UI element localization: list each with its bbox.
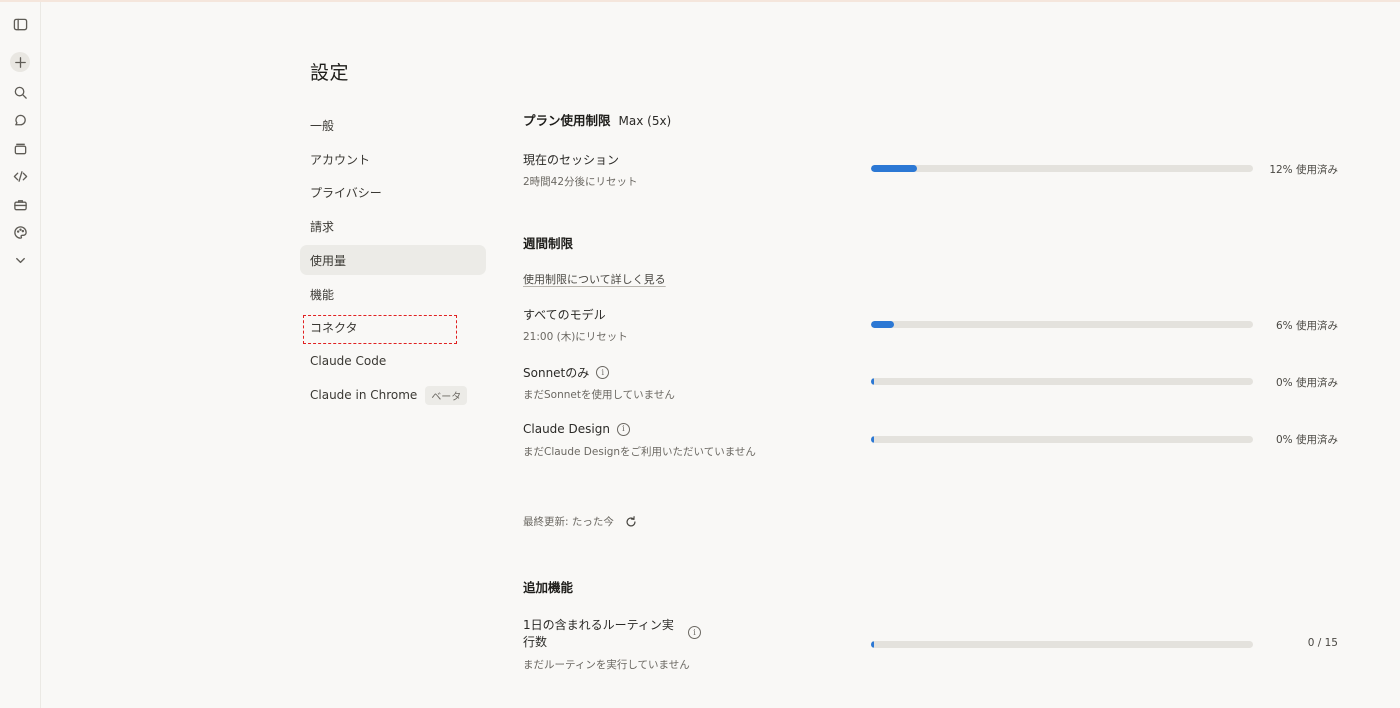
toolbox-icon[interactable] (8, 192, 32, 216)
nav-item-account[interactable]: アカウント (300, 144, 486, 174)
search-icon[interactable] (8, 80, 32, 104)
claude-design-status-text: まだClaude Designをご利用いただいていません (523, 446, 756, 458)
nav-item-label: 機能 (310, 287, 335, 302)
session-reset-text: 2時間42分後にリセット (523, 176, 638, 188)
routine-runs-label-line1: 1日の含まれるルーティン実 (523, 618, 674, 632)
learn-more-limits-link[interactable]: 使用制限について詳しく見る (523, 271, 666, 287)
claude-design-label: Claude Design i (523, 422, 630, 436)
session-usage-bar (871, 165, 1253, 172)
code-icon[interactable] (8, 164, 32, 188)
all-models-usage-percent: 6% 使用済み (1276, 320, 1338, 332)
refresh-icon[interactable] (624, 515, 638, 529)
session-usage-percent: 12% 使用済み (1269, 164, 1338, 176)
extra-features-title: 追加機能 (523, 580, 574, 595)
sonnet-only-usage-fill (871, 378, 874, 385)
nav-item-features[interactable]: 機能 (300, 279, 486, 309)
all-models-usage-fill (871, 321, 894, 328)
claude-design-usage-percent: 0% 使用済み (1276, 434, 1338, 446)
all-models-label-text: すべてのモデル (523, 308, 606, 322)
plan-limits-title: プラン使用制限 (523, 113, 611, 128)
nav-item-claude-in-chrome[interactable]: Claude in Chrome ベータ (300, 380, 486, 410)
top-accent-line (0, 0, 1400, 2)
nav-item-connectors[interactable]: コネクタ (300, 312, 486, 342)
nav-item-billing[interactable]: 請求 (300, 211, 486, 241)
nav-item-claude-code[interactable]: Claude Code (300, 346, 486, 376)
nav-item-label: Claude in Chrome (310, 388, 418, 402)
claude-design-usage-fill (871, 436, 874, 443)
nav-item-label: 請求 (310, 219, 335, 234)
nav-item-label: プライバシー (310, 185, 382, 200)
nav-item-usage[interactable]: 使用量 (300, 245, 486, 275)
plan-tier: Max (5x) (618, 114, 672, 128)
routine-runs-usage-bar (871, 641, 1253, 648)
nav-item-general[interactable]: 一般 (300, 110, 486, 140)
nav-item-label: コネクタ (310, 320, 358, 335)
sonnet-only-status-text: まだSonnetを使用していません (523, 389, 675, 401)
claude-design-usage-bar (871, 436, 1253, 443)
all-models-label: すべてのモデル (523, 306, 606, 323)
routine-runs-count: 0 / 15 (1307, 637, 1338, 649)
sidebar-toggle-icon[interactable] (8, 12, 32, 36)
plan-limits-heading: プラン使用制限 Max (5x) (523, 110, 671, 129)
routine-runs-label-line2: 行数 (523, 635, 548, 649)
last-updated-row: 最終更新: たった今 (523, 514, 638, 529)
routine-runs-usage-fill (871, 641, 874, 648)
nav-item-label: アカウント (310, 152, 371, 167)
nav-item-label: 使用量 (310, 253, 347, 268)
session-usage-fill (871, 165, 917, 172)
beta-badge: ベータ (425, 385, 468, 405)
projects-icon[interactable] (8, 136, 32, 160)
new-chat-icon[interactable] (10, 52, 30, 72)
chat-icon[interactable] (8, 108, 32, 132)
last-updated-text: 最終更新: たった今 (523, 516, 614, 528)
nav-item-privacy[interactable]: プライバシー (300, 177, 486, 207)
weekly-limits-title: 週間制限 (523, 236, 574, 251)
page-title: 設定 (310, 62, 350, 84)
routine-runs-label-text: 1日の含まれるルーティン実 行数 (523, 617, 681, 651)
routine-runs-label: 1日の含まれるルーティン実 行数 i (523, 617, 701, 651)
info-icon[interactable]: i (688, 626, 701, 639)
info-icon[interactable]: i (616, 422, 630, 436)
palette-icon[interactable] (8, 220, 32, 244)
all-models-reset-text: 21:00 (木)にリセット (523, 331, 628, 343)
info-icon[interactable]: i (596, 366, 610, 379)
nav-item-label: Claude Code (310, 354, 387, 368)
claude-design-label-text: Claude Design (523, 422, 610, 436)
nav-item-label: 一般 (310, 118, 335, 133)
sonnet-only-label: Sonnetのみ i (523, 364, 610, 381)
sonnet-only-usage-bar (871, 378, 1253, 385)
sonnet-only-usage-percent: 0% 使用済み (1276, 377, 1338, 389)
icon-rail (0, 2, 41, 708)
all-models-usage-bar (871, 321, 1253, 328)
routine-runs-status-text: まだルーティンを実行していません (523, 659, 690, 671)
sonnet-only-label-text: Sonnetのみ (523, 366, 590, 380)
chevron-down-icon[interactable] (8, 248, 32, 272)
session-label: 現在のセッション (523, 153, 620, 167)
